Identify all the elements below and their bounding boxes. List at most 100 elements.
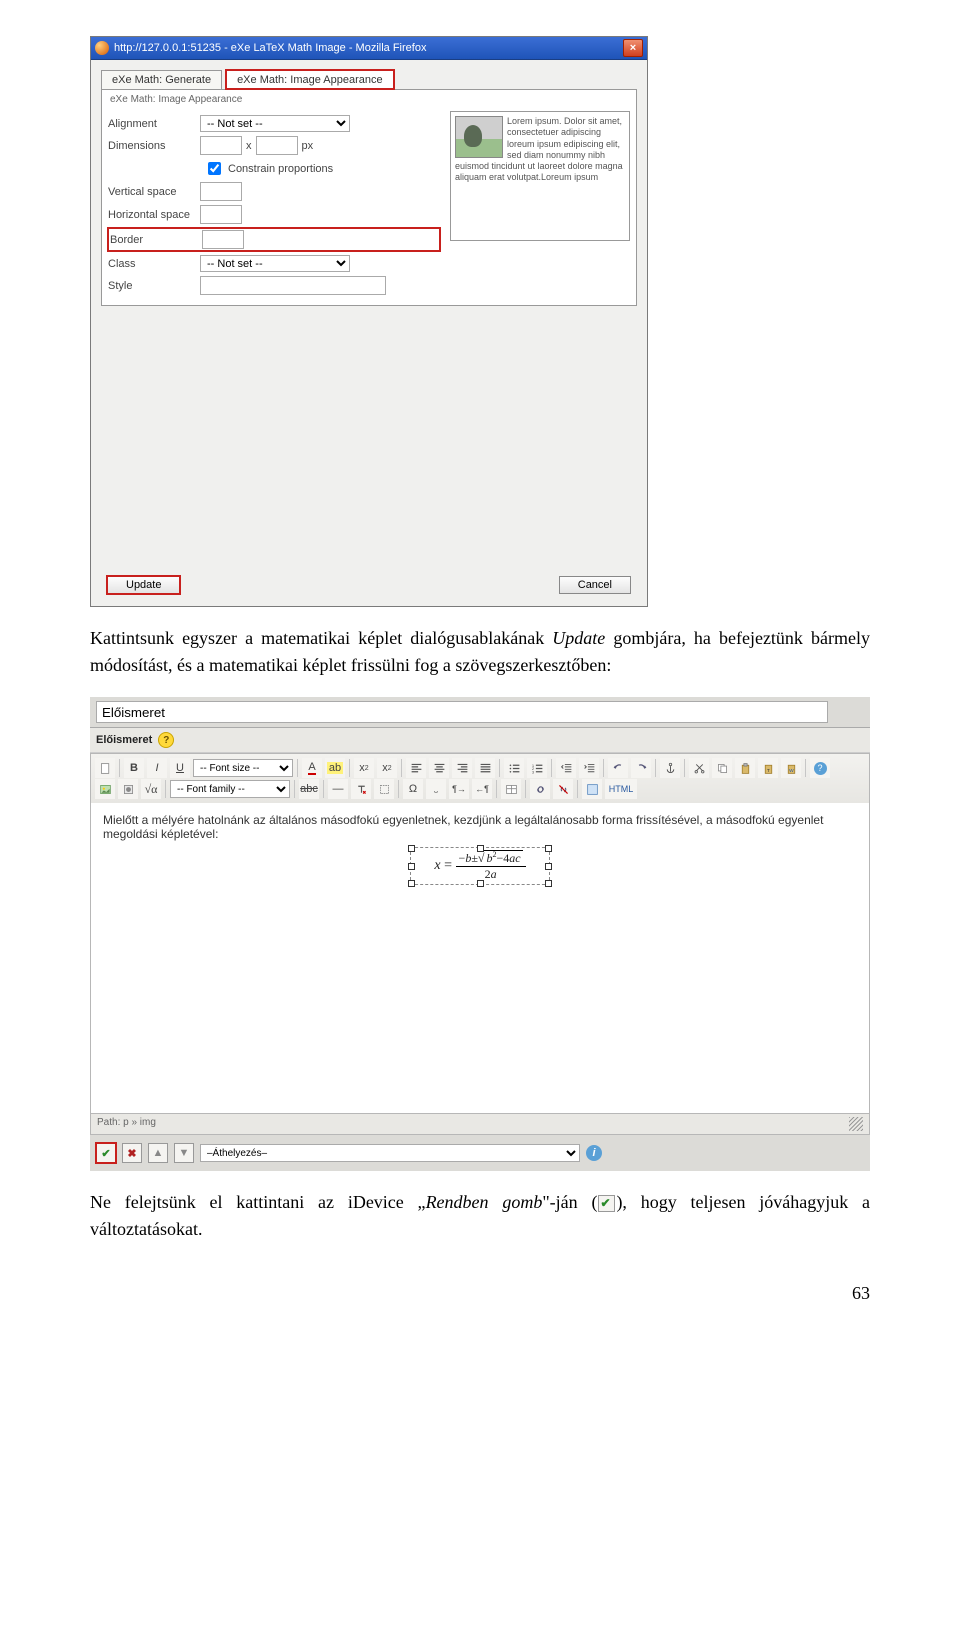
svg-text:3: 3 (531, 769, 534, 774)
border-input[interactable] (202, 230, 244, 249)
copy-button[interactable] (712, 758, 732, 778)
paste-text-button[interactable]: T (758, 758, 778, 778)
bullet-list-button[interactable] (504, 758, 524, 778)
width-input[interactable] (200, 136, 242, 155)
update-button[interactable]: Update (107, 576, 180, 594)
constrain-label: Constrain proportions (228, 163, 333, 175)
title-field-row (90, 697, 870, 728)
charmap-button[interactable]: Ω (403, 779, 423, 799)
height-input[interactable] (256, 136, 298, 155)
forecolor-button[interactable]: A (302, 758, 322, 778)
delete-button[interactable]: ✖ (122, 1143, 142, 1163)
window-title: http://127.0.0.1:51235 - eXe LaTeX Math … (114, 42, 623, 54)
html-source-button[interactable]: HTML (605, 779, 637, 799)
toggle-guidelines-button[interactable] (374, 779, 394, 799)
hspace-input[interactable] (200, 205, 242, 224)
move-down-button[interactable]: ▼ (174, 1143, 194, 1163)
underline-button[interactable]: U (170, 758, 190, 778)
editor-toolbar: B I U -- Font size -- A ab x2 x2 123 (90, 753, 870, 803)
table-button[interactable] (501, 779, 521, 799)
remove-format-button[interactable] (351, 779, 371, 799)
idevice-footer: ✔ ✖ ▲ ▼ –Áthelyezés– i (90, 1135, 870, 1171)
resize-grip[interactable] (849, 1117, 863, 1131)
idevice-title-input[interactable] (96, 701, 828, 723)
dim-unit: px (302, 140, 314, 152)
info-icon[interactable]: i (586, 1145, 602, 1161)
insert-media-button[interactable] (118, 779, 138, 799)
number-list-button[interactable]: 123 (527, 758, 547, 778)
dim-times: x (246, 140, 252, 152)
italic-button[interactable]: I (147, 758, 167, 778)
align-left-button[interactable] (406, 758, 426, 778)
rtl-button[interactable]: ←¶ (472, 779, 492, 799)
formula-image[interactable]: x = −b±√b2−4ac 2a (410, 847, 550, 885)
bold-button[interactable]: B (124, 758, 144, 778)
done-button[interactable]: ✔ (96, 1143, 116, 1163)
class-select[interactable]: -- Not set -- (200, 255, 350, 272)
style-label: Style (108, 280, 200, 292)
page-number: 63 (90, 1283, 870, 1304)
anchor-button[interactable] (660, 758, 680, 778)
dimensions-label: Dimensions (108, 140, 200, 152)
style-input[interactable] (200, 276, 386, 295)
font-size-select[interactable]: -- Font size -- (193, 759, 293, 777)
strike-button[interactable]: abc (299, 779, 319, 799)
subscript-button[interactable]: x2 (354, 758, 374, 778)
alignment-select[interactable]: -- Not set -- (200, 115, 350, 132)
font-family-select[interactable]: -- Font family -- (170, 780, 290, 798)
checkmark-icon (598, 1195, 615, 1212)
editor-content[interactable]: Mielőtt a mélyére hatolnánk az általános… (90, 803, 870, 1114)
fullscreen-button[interactable] (582, 779, 602, 799)
appearance-panel: eXe Math: Image Appearance Alignment -- … (101, 89, 637, 306)
close-icon[interactable]: × (623, 39, 643, 57)
svg-text:W: W (789, 767, 794, 773)
newdoc-icon[interactable] (95, 758, 115, 778)
cut-button[interactable] (689, 758, 709, 778)
window-titlebar: http://127.0.0.1:51235 - eXe LaTeX Math … (91, 37, 647, 60)
link-button[interactable] (530, 779, 550, 799)
editor-path: Path: p » img (97, 1117, 156, 1131)
align-center-button[interactable] (429, 758, 449, 778)
constrain-checkbox[interactable] (208, 162, 221, 175)
section-label: Előismeret (96, 734, 152, 746)
paragraph-1: Kattintsunk egyszer a matematikai képlet… (90, 625, 870, 679)
hspace-label: Horizontal space (108, 209, 200, 221)
paragraph-2: Ne felejtsünk el kattintani az iDevice „… (90, 1189, 870, 1243)
hr-button[interactable]: — (328, 779, 348, 799)
ltr-button[interactable]: ¶→ (449, 779, 469, 799)
move-up-button[interactable]: ▲ (148, 1143, 168, 1163)
redo-button[interactable] (631, 758, 651, 778)
tab-generate[interactable]: eXe Math: Generate (101, 70, 222, 89)
firefox-icon (95, 41, 109, 55)
insert-image-button[interactable] (95, 779, 115, 799)
unlink-button[interactable] (553, 779, 573, 799)
backcolor-button[interactable]: ab (325, 758, 345, 778)
class-label: Class (108, 258, 200, 270)
paste-word-button[interactable]: W (781, 758, 801, 778)
undo-button[interactable] (608, 758, 628, 778)
indent-button[interactable] (579, 758, 599, 778)
nbsp-button[interactable]: ⎵ (426, 779, 446, 799)
exe-editor: Előismeret ? B I U -- Font size -- A ab … (90, 697, 870, 1171)
outdent-button[interactable] (556, 758, 576, 778)
border-label: Border (110, 234, 202, 246)
move-select[interactable]: –Áthelyezés– (200, 1144, 580, 1162)
help-toolbar-icon[interactable]: ? (810, 758, 830, 778)
preview-pane: Lorem ipsum. Dolor sit amet, consectetue… (450, 111, 630, 241)
paste-button[interactable] (735, 758, 755, 778)
align-justify-button[interactable] (475, 758, 495, 778)
latex-dialog-window: http://127.0.0.1:51235 - eXe LaTeX Math … (90, 36, 648, 607)
help-icon[interactable]: ? (158, 732, 174, 748)
align-right-button[interactable] (452, 758, 472, 778)
content-paragraph: Mielőtt a mélyére hatolnánk az általános… (103, 813, 857, 841)
vspace-input[interactable] (200, 182, 242, 201)
vspace-label: Vertical space (108, 186, 200, 198)
svg-text:T: T (766, 767, 769, 773)
superscript-button[interactable]: x2 (377, 758, 397, 778)
panel-legend: eXe Math: Image Appearance (110, 94, 630, 105)
preview-thumbnail (455, 116, 503, 158)
alignment-label: Alignment (108, 118, 200, 130)
insert-math-button[interactable]: √α (141, 779, 161, 799)
tab-image-appearance[interactable]: eXe Math: Image Appearance (226, 70, 394, 89)
cancel-button[interactable]: Cancel (559, 576, 631, 594)
